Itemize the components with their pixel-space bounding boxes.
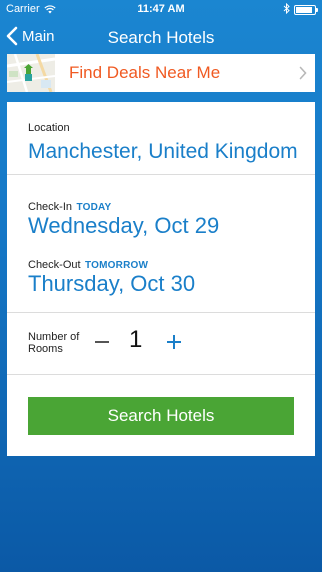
status-time: 11:47 AM [137,3,185,15]
location-value: Manchester, United Kingdom [28,140,298,163]
checkin-label: Check-In [28,201,73,213]
location-row[interactable]: Location Manchester, United Kingdom [7,102,315,175]
battery-fill [296,7,312,13]
bluetooth-icon [283,2,290,17]
find-deals-button[interactable]: Find Deals Near Me [7,54,315,92]
checkout-label: Check-Out [28,259,81,271]
map-thumbnail [7,54,55,92]
checkout-tag: TOMORROW [85,260,149,271]
checkin-date[interactable]: Wednesday, Oct 29 [28,213,219,239]
nav-bar: Main Search Hotels [0,20,322,54]
location-label: Location [28,122,70,134]
rooms-label: Number of Rooms [28,331,80,355]
increment-rooms-button[interactable] [165,329,185,355]
search-hotels-button[interactable]: Search Hotels [28,397,294,435]
rooms-stepper: Number of Rooms 1 [7,313,315,375]
map-pin-icon [7,54,55,92]
find-deals-label: Find Deals Near Me [69,63,221,82]
dates-section: Check-In TODAY Wednesday, Oct 29 Check-O… [7,175,315,313]
page-title: Search Hotels [107,28,215,47]
rooms-count: 1 [129,326,143,353]
checkout-date[interactable]: Thursday, Oct 30 [28,271,195,297]
decrement-rooms-button[interactable] [93,329,113,355]
chevron-right-icon [299,66,307,80]
battery-icon [294,5,318,15]
status-bar: Carrier 11:47 AM [0,0,322,20]
status-right [283,2,318,17]
checkin-tag: TODAY [76,202,112,213]
search-form-card: Location Manchester, United Kingdom Chec… [7,102,315,456]
